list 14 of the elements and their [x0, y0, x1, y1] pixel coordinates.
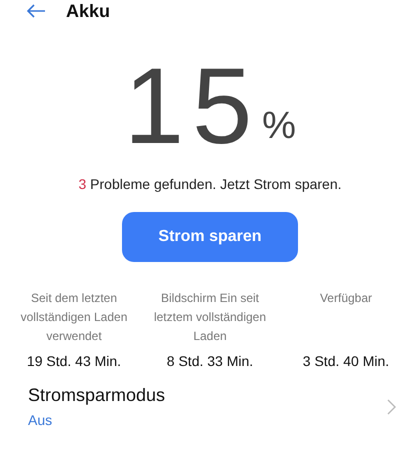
back-arrow-icon[interactable] — [26, 4, 46, 18]
stat-label: Seit dem letzten vollständigen Laden verwendet — [20, 290, 128, 345]
stat-value: 8 Std. 33 Min. — [166, 353, 254, 369]
page-title: Akku — [66, 0, 110, 22]
stat-value: 19 Std. 43 Min. — [26, 353, 122, 369]
stat-label: Verfügbar — [320, 290, 372, 307]
setting-title[interactable]: Stromsparmodus — [28, 385, 166, 406]
stat-label: Bildschirm Ein seit letztem vollständigen Laden — [152, 290, 268, 345]
save-power-button[interactable]: Strom sparen — [122, 212, 298, 262]
setting-status: Aus — [28, 412, 54, 428]
battery-percentage: 15 — [124, 56, 260, 156]
percent-sign: % — [262, 105, 296, 148]
stat-value: 3 Std. 40 Min. — [302, 353, 390, 369]
issues-message: 3 Probleme gefunden. Jetzt Strom sparen. — [77, 176, 343, 192]
